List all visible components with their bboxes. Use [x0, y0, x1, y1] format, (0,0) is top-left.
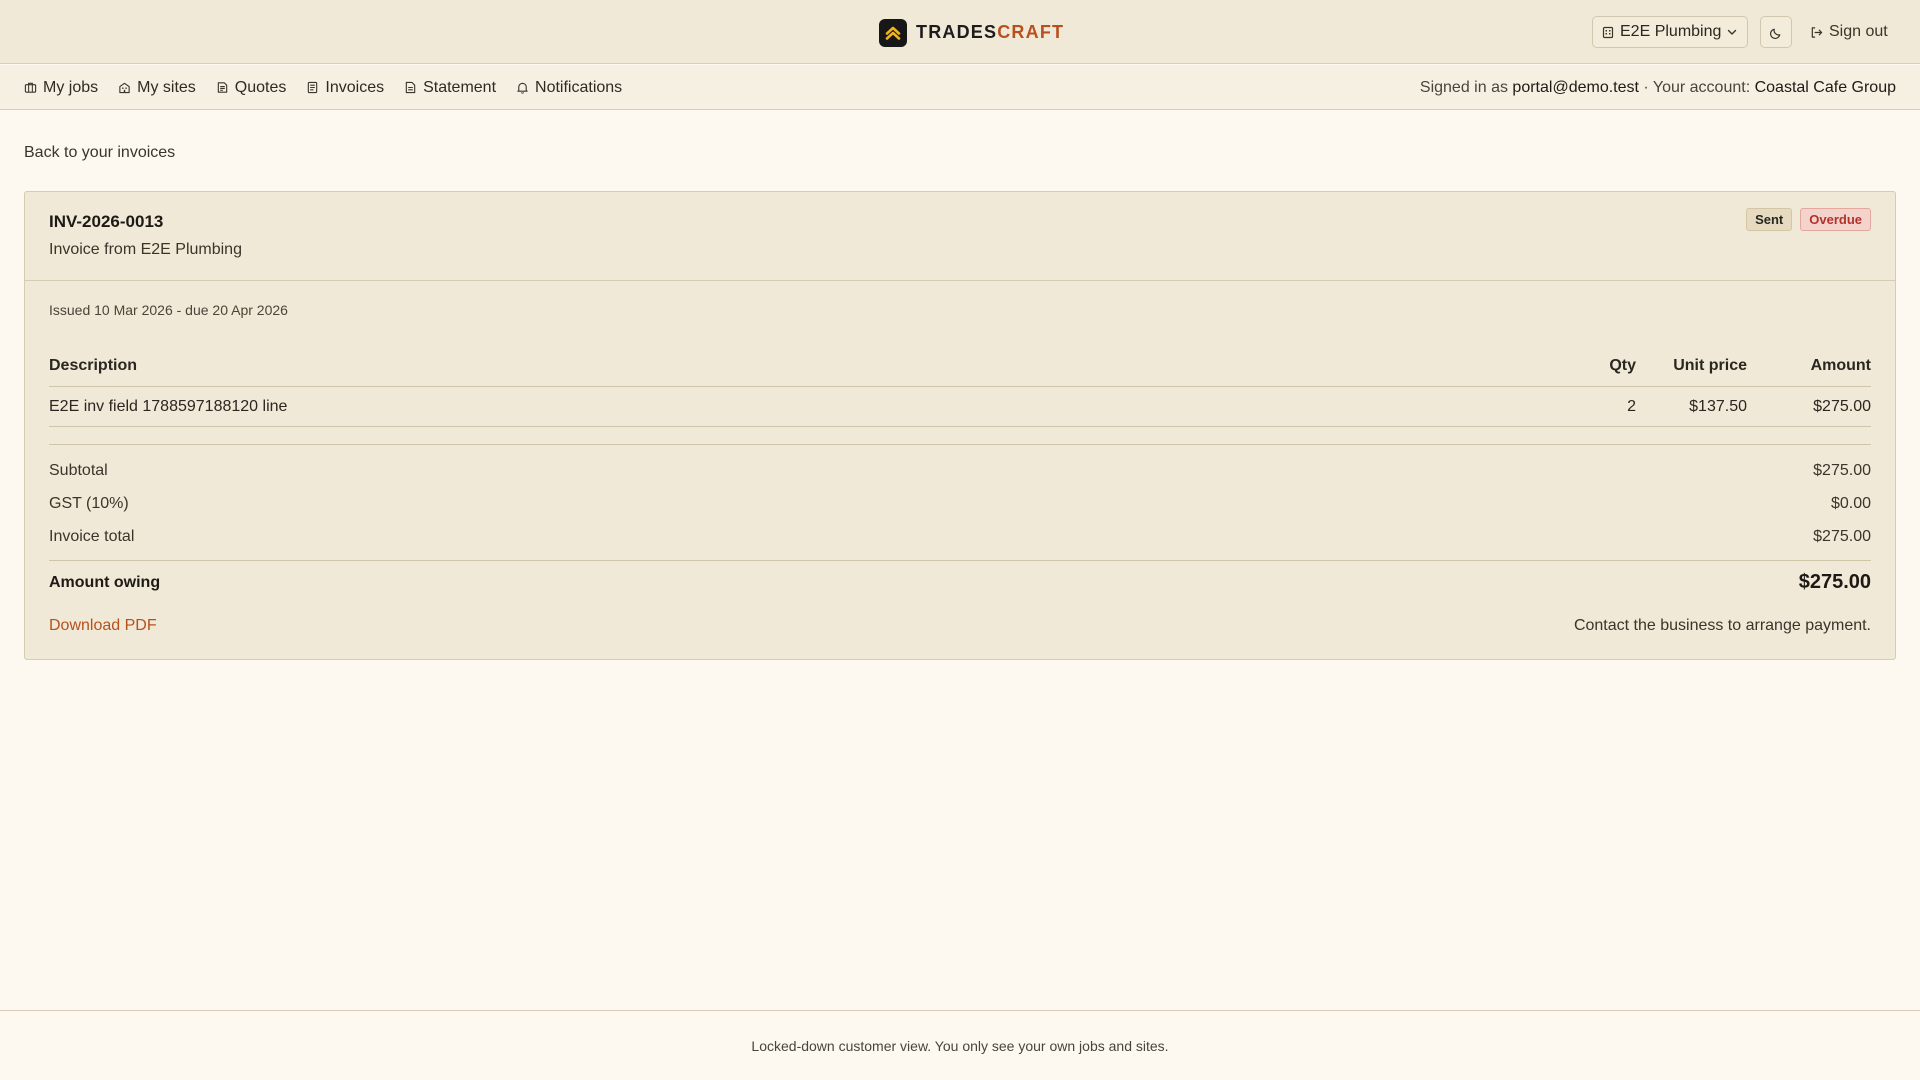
invoice-total-value: $275.00 [1813, 527, 1871, 545]
account-name: Coastal Cafe Group [1754, 78, 1896, 96]
account-prefix: · Your account: [1638, 78, 1755, 96]
brand-logo[interactable]: TRADESCRAFT [879, 18, 1064, 47]
subtotal-label: Subtotal [49, 461, 108, 479]
back-to-invoices-link[interactable]: Back to your invoices [24, 144, 175, 162]
business-selector-label: E2E Plumbing [1620, 23, 1722, 40]
sign-out-icon [1810, 26, 1823, 39]
theme-toggle-button[interactable] [1760, 16, 1792, 48]
totals-divider [49, 444, 1871, 445]
gst-value: $0.00 [1830, 494, 1871, 512]
nav-item-label: My sites [137, 78, 196, 96]
status-badge-overdue: Overdue [1800, 208, 1871, 231]
table-header-row: Description Qty Unit price Amount [49, 346, 1871, 387]
amount-owing-row: Amount owing $275.00 [49, 560, 1871, 604]
nav-item-my-sites[interactable]: My sites [118, 79, 196, 97]
nav-item-notifications[interactable]: Notifications [516, 79, 622, 97]
nav-item-label: Statement [423, 78, 497, 96]
status-badge-sent: Sent [1746, 208, 1793, 231]
column-header-description: Description [49, 357, 138, 374]
nav-item-my-jobs[interactable]: My jobs [24, 79, 98, 97]
brand-name-part2: CRAFT [997, 22, 1065, 42]
invoice-card: INV-2026-0013 Invoice from E2E Plumbing … [24, 191, 1896, 660]
table-row: E2E inv field 1788597188120 line 2 $137.… [49, 387, 1871, 427]
signed-in-prefix: Signed in as [1419, 78, 1513, 96]
line-unit-price: $137.50 [1689, 397, 1747, 415]
sign-out-label: Sign out [1829, 23, 1888, 40]
moon-icon [1769, 26, 1783, 39]
nav-item-label: Quotes [234, 78, 287, 96]
totals-section: Subtotal $275.00 GST (10%) $0.00 Invoice… [49, 454, 1871, 553]
nav-links: My jobs My sites Quotes Invoices Stateme… [24, 65, 622, 110]
amount-owing-value: $275.00 [1798, 571, 1871, 593]
nav-item-label: Invoices [325, 78, 385, 96]
footer-text: Locked-down customer view. You only see … [751, 1037, 1169, 1054]
business-selector[interactable]: E2E Plumbing [1592, 16, 1748, 48]
brand-name-part1: TRADES [916, 22, 998, 42]
document-icon [404, 81, 417, 94]
nav-item-quotes[interactable]: Quotes [216, 78, 287, 97]
nav-item-label: Notifications [535, 78, 623, 96]
brand-name: TRADESCRAFT [916, 22, 1064, 43]
invoice-number: INV-2026-0013 [49, 212, 164, 231]
column-header-qty: Qty [1609, 357, 1636, 374]
invoice-from: Invoice from E2E Plumbing [49, 241, 242, 258]
subtotal-value: $275.00 [1813, 461, 1871, 479]
nav-item-statement[interactable]: Statement [404, 79, 496, 97]
column-header-unit-price: Unit price [1673, 357, 1747, 374]
nav-item-invoices[interactable]: Invoices [306, 79, 384, 97]
building-icon [1602, 26, 1614, 39]
gst-row: GST (10%) $0.00 [49, 487, 1871, 520]
quote-icon [216, 81, 229, 94]
line-amount: $275.00 [1813, 397, 1871, 415]
account-info: Signed in as portal@demo.test · Your acc… [1420, 65, 1896, 110]
invoice-card-header: INV-2026-0013 Invoice from E2E Plumbing … [25, 192, 1895, 281]
amount-owing-label: Amount owing [49, 573, 161, 591]
footer: Locked-down customer view. You only see … [0, 1010, 1920, 1080]
bell-icon [516, 81, 529, 94]
status-badges: Sent Overdue [1746, 208, 1871, 231]
line-items-table: Description Qty Unit price Amount E2E in… [49, 346, 1871, 427]
nav-item-label: My jobs [43, 78, 99, 96]
column-header-amount: Amount [1810, 357, 1871, 374]
briefcase-icon [24, 81, 37, 94]
sign-out-button[interactable]: Sign out [1810, 18, 1888, 46]
issued-dates: Issued 10 Mar 2026 - due 20 Apr 2026 [49, 302, 288, 318]
invoice-total-row: Invoice total $275.00 [49, 520, 1871, 553]
nav-bar: My jobs My sites Quotes Invoices Stateme… [0, 65, 1920, 110]
signed-in-email: portal@demo.test [1512, 78, 1639, 96]
gst-label: GST (10%) [49, 494, 129, 512]
subtotal-row: Subtotal $275.00 [49, 454, 1871, 487]
download-pdf-link[interactable]: Download PDF [49, 617, 157, 635]
top-bar: TRADESCRAFT E2E Plumbing Sign out [0, 0, 1920, 64]
chevron-down-icon [1727, 28, 1737, 36]
chevron-up-icon [879, 18, 907, 47]
invoice-icon [306, 81, 319, 94]
line-qty: 2 [1627, 397, 1636, 415]
invoice-total-label: Invoice total [49, 527, 135, 545]
payment-contact-note: Contact the business to arrange payment. [1573, 617, 1871, 634]
building-icon [118, 81, 131, 94]
line-description: E2E inv field 1788597188120 line [49, 397, 288, 415]
